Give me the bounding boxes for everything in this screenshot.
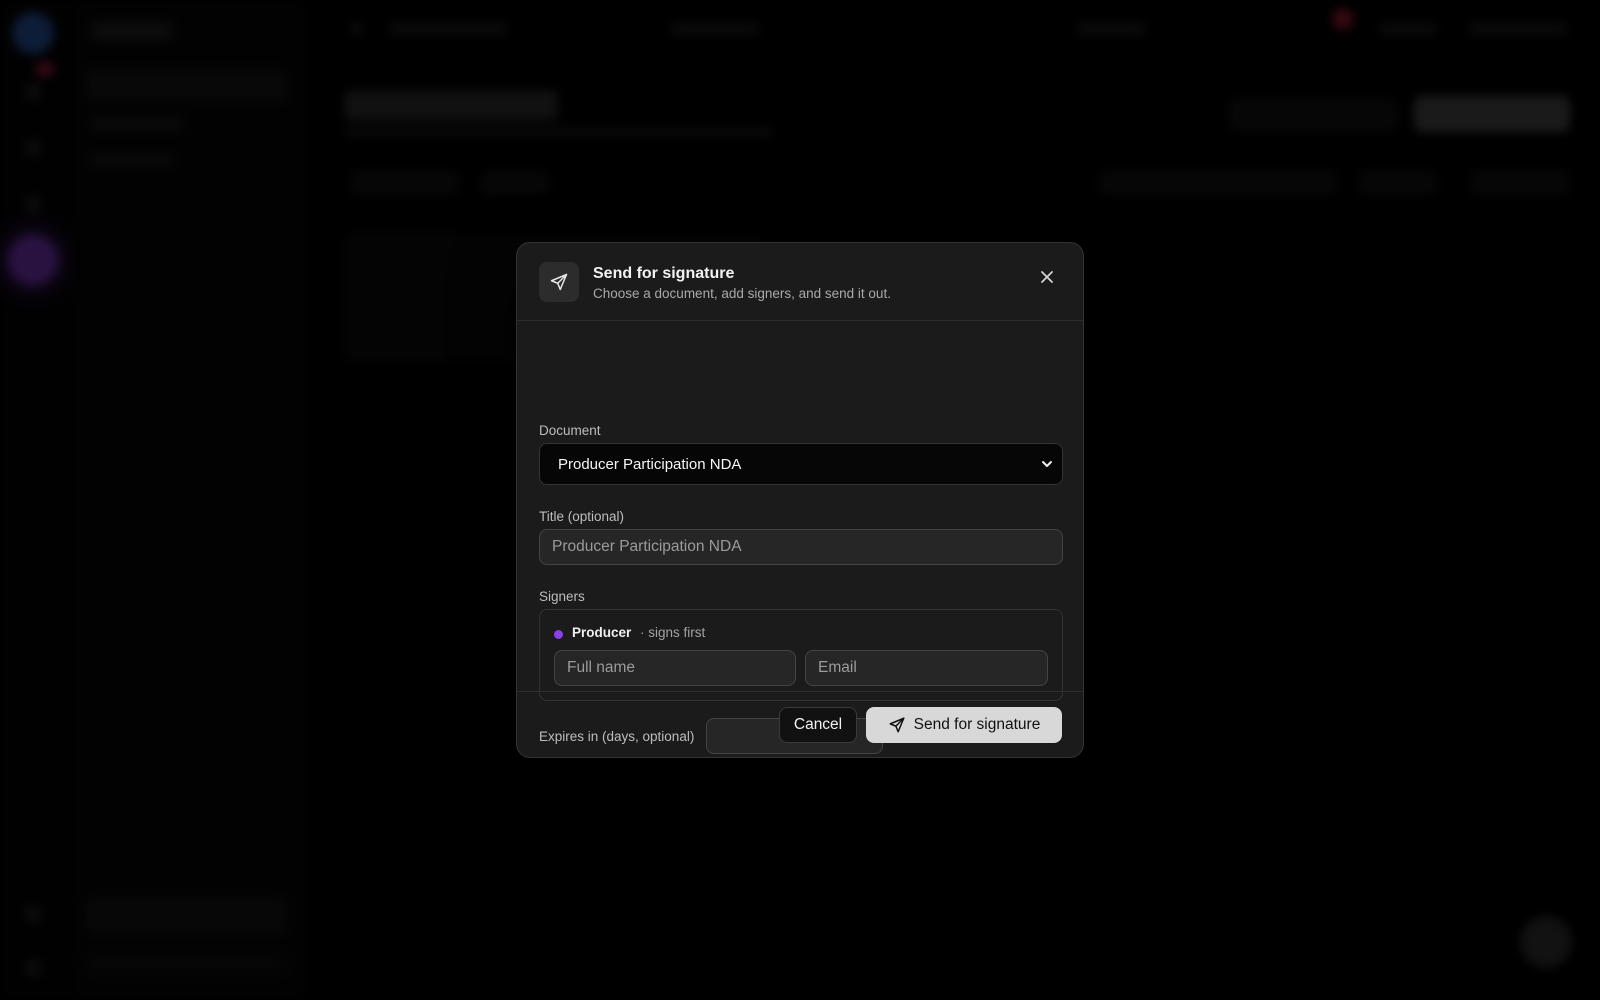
document-select[interactable]: Producer Participation NDA [539,443,1063,485]
signer-email-input[interactable]: Email [805,650,1048,686]
send-for-signature-button[interactable]: Send for signature [866,707,1062,743]
title-input-placeholder: Producer Participation NDA [552,538,742,555]
document-selected-value: Producer Participation NDA [558,455,742,473]
send-icon [539,262,579,302]
signer-email-placeholder: Email [818,659,857,676]
close-icon [1041,271,1053,283]
dialog-header: Send for signature Choose a document, ad… [517,243,1083,321]
role-color-dot [554,630,563,639]
send-button-label: Send for signature [913,716,1041,733]
signer-card: Producer · signs first Full name Email [539,609,1063,701]
send-icon [889,717,905,733]
title-input[interactable]: Producer Participation NDA [539,529,1063,565]
signers-label: Signers [539,589,585,604]
signer-order-note: · signs first [640,625,706,640]
chevron-down-icon [1042,461,1052,467]
signer-name-placeholder: Full name [567,659,636,676]
title-label: Title (optional) [539,509,625,524]
signer-name-input[interactable]: Full name [554,650,796,686]
signer-role: Producer [572,625,632,640]
dialog-subtitle: Choose a document, add signers, and send… [593,286,891,301]
send-for-signature-dialog: Send for signature Choose a document, ad… [516,242,1084,758]
dialog-title: Send for signature [593,265,735,282]
cancel-button[interactable]: Cancel [779,707,857,743]
dialog-footer: Cancel Send for signature [517,691,1083,757]
document-label: Document [539,423,601,438]
close-button[interactable] [1037,267,1057,287]
